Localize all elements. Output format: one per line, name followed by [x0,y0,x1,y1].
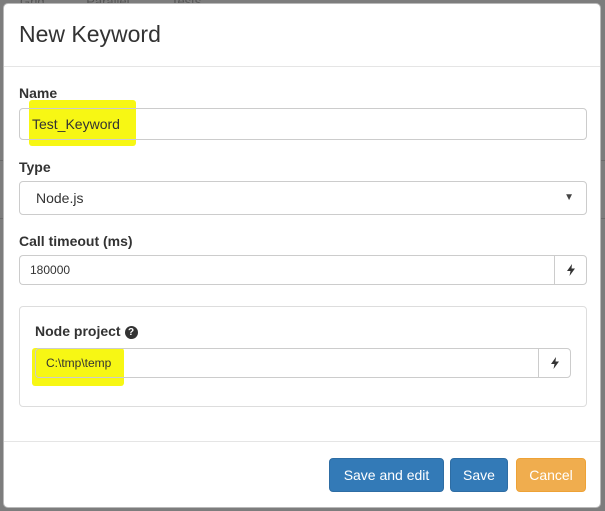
node-project-panel: Node project? C:\tmp\temp [19,306,587,407]
type-select[interactable]: Node.js ▼ [19,181,587,215]
node-project-dynamic-toggle-button[interactable] [538,348,571,378]
cancel-button[interactable]: Cancel [516,458,586,492]
node-project-input[interactable]: C:\tmp\temp [35,348,538,378]
node-project-label: Node project? [35,323,138,339]
type-select-value: Node.js [36,190,84,206]
dialog-title: New Keyword [19,21,161,47]
node-project-input-value: C:\tmp\temp [46,356,112,370]
timeout-dynamic-toggle-button[interactable] [554,255,587,285]
name-input[interactable]: Test_Keyword [19,108,587,140]
timeout-label: Call timeout (ms) [19,233,133,249]
timeout-input-group: 180000 [19,255,587,285]
node-project-input-group: C:\tmp\temp [35,348,571,378]
type-label: Type [19,159,51,175]
save-button[interactable]: Save [450,458,508,492]
save-and-edit-button[interactable]: Save and edit [329,458,444,492]
name-label: Name [19,85,58,101]
lightning-bolt-icon [566,264,575,276]
timeout-input[interactable]: 180000 [19,255,554,285]
node-project-label-text: Node project [35,323,121,339]
dialog-footer-divider [4,441,600,442]
lightning-bolt-icon [550,357,559,369]
timeout-input-value: 180000 [30,263,71,277]
name-input-value: Test_Keyword [32,116,120,132]
caret-down-icon: ▼ [564,192,574,203]
question-circle-icon[interactable]: ? [124,326,138,339]
new-keyword-dialog: New Keyword Name Test_Keyword Type Node.… [3,3,601,508]
dialog-header: New Keyword [4,4,600,67]
